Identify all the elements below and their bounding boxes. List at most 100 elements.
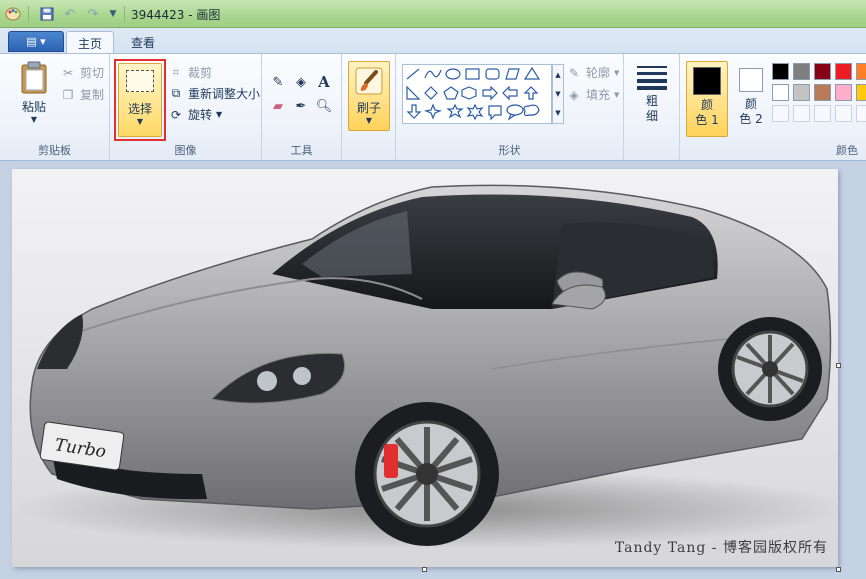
eraser-icon[interactable]: ▰ xyxy=(268,96,288,116)
color-picker-icon[interactable]: ✒ xyxy=(291,96,311,116)
group-label: 剪贴板 xyxy=(38,144,71,157)
canvas-workspace: Turbo Tandy Tang - 博客园版权所有 xyxy=(0,161,866,579)
redo-icon[interactable]: ↷ xyxy=(84,5,102,23)
pencil-icon[interactable]: ✎ xyxy=(268,72,288,92)
group-label: 颜色 xyxy=(836,144,858,157)
palette-swatch[interactable] xyxy=(793,63,810,80)
size-label-bottom: 细 xyxy=(645,109,658,123)
size-label-top: 粗 xyxy=(645,94,658,108)
clipboard-group: 粘贴 ▼ ✂ 剪切 ❐ 复制 剪贴板 xyxy=(0,54,110,160)
color2-label-bottom: 色 2 xyxy=(739,112,763,126)
palette-swatch-empty[interactable] xyxy=(856,105,866,122)
resize-button[interactable]: ⧉ 重新调整大小 xyxy=(168,85,260,102)
palette-swatch[interactable] xyxy=(856,63,866,80)
cut-button[interactable]: ✂ 剪切 xyxy=(60,64,104,81)
size-button[interactable]: 粗 细 xyxy=(632,64,672,124)
chevron-down-icon: ▼ xyxy=(216,110,223,119)
image-group: 选择 ▼ ⌗ 裁剪 ⧉ 重新调整大小 ⟳ 旋转 ▼ 图像 xyxy=(110,54,262,160)
undo-icon[interactable]: ↶ xyxy=(61,5,79,23)
palette-swatch[interactable] xyxy=(835,63,852,80)
tab-label: 主页 xyxy=(77,36,102,51)
ribbon-tab-row: ▤ ▾ 主页 查看 xyxy=(0,28,866,54)
watermark-text: Tandy Tang - 博客园版权所有 xyxy=(614,540,828,556)
file-menu-button[interactable]: ▤ ▾ xyxy=(8,31,64,52)
title-bar: ↶ ↷ ▼ 3944423 - 画图 xyxy=(0,0,866,28)
resize-handle-right[interactable] xyxy=(836,363,841,368)
paint-palette-icon[interactable] xyxy=(4,5,22,23)
rotate-label: 旋转 xyxy=(188,108,213,122)
chevron-down-icon: ▼ xyxy=(555,89,561,98)
color2-button[interactable]: 颜 色 2 xyxy=(732,61,770,137)
palette-swatch-empty[interactable] xyxy=(835,105,852,122)
resize-icon: ⧉ xyxy=(171,86,181,100)
brush-icon xyxy=(355,67,383,95)
palette-swatch[interactable] xyxy=(772,84,789,101)
resize-handle-bottom[interactable] xyxy=(422,567,427,572)
ribbon: 粘贴 ▼ ✂ 剪切 ❐ 复制 剪贴板 选择 ▼ ⌗ 裁剪 ⧉ 重新调整大小 ⟳ xyxy=(0,53,866,161)
color1-swatch xyxy=(693,67,721,95)
shapes-group: ▲ ▼ ▼ ✎ 轮廓 ▼ ◈ 填充 ▼ 形状 xyxy=(396,54,624,160)
colors-group: 颜 色 1 颜 色 2 颜色 xyxy=(680,54,866,160)
tab-view[interactable]: 查看 xyxy=(118,31,168,54)
outline-icon: ✎ xyxy=(568,65,580,80)
drawing-canvas[interactable]: Turbo Tandy Tang - 博客园版权所有 xyxy=(12,169,838,567)
copy-button[interactable]: ❐ 复制 xyxy=(60,86,104,103)
color2-label-top: 颜 xyxy=(744,97,757,111)
rotate-button[interactable]: ⟳ 旋转 ▼ xyxy=(168,106,222,123)
select-label: 选择 xyxy=(127,102,152,116)
size-group: 粗 细 xyxy=(624,54,680,160)
paste-icon xyxy=(21,61,47,94)
separator xyxy=(28,6,29,22)
paste-button[interactable]: 粘贴 ▼ xyxy=(12,60,56,124)
color2-swatch xyxy=(739,68,763,92)
text-icon[interactable]: A xyxy=(314,72,334,92)
car-image: Turbo xyxy=(12,184,838,549)
crop-button[interactable]: ⌗ 裁剪 xyxy=(168,64,212,81)
palette-swatch[interactable] xyxy=(793,84,810,101)
save-icon[interactable] xyxy=(38,5,56,23)
chevron-down-icon: ▼ xyxy=(136,117,144,126)
line-width-icon xyxy=(637,66,667,90)
chevron-down-icon: ▼ xyxy=(614,90,620,99)
selection-rectangle-icon xyxy=(126,70,154,92)
fill-label: 填充 xyxy=(586,88,611,102)
group-label: 图像 xyxy=(174,144,197,157)
palette-swatch[interactable] xyxy=(814,84,831,101)
palette-swatch[interactable] xyxy=(835,84,852,101)
brake-caliper xyxy=(384,444,398,478)
palette-swatch[interactable] xyxy=(856,84,866,101)
palette-swatch-empty[interactable] xyxy=(814,105,831,122)
brushes-group: 刷子 ▼ xyxy=(342,54,396,160)
cut-label: 剪切 xyxy=(80,66,105,80)
outline-label: 轮廓 xyxy=(586,66,611,80)
palette-swatch-empty[interactable] xyxy=(793,105,810,122)
magnifier-icon[interactable]: 🔍︎ xyxy=(314,96,334,116)
color1-button[interactable]: 颜 色 1 xyxy=(686,61,728,137)
brushes-button[interactable]: 刷子 ▼ xyxy=(348,61,390,131)
window-title: 3944423 - 画图 xyxy=(131,8,221,22)
palette-swatch-empty[interactable] xyxy=(772,105,789,122)
chevron-up-icon: ▲ xyxy=(555,70,561,79)
fill-button[interactable]: ◈ 填充 ▼ xyxy=(566,86,619,103)
resize-label: 重新调整大小 xyxy=(188,87,261,101)
fill-bucket-icon: ◈ xyxy=(569,87,579,102)
resize-handle-corner[interactable] xyxy=(836,567,841,572)
group-label: 工具 xyxy=(290,144,313,157)
tab-label: 查看 xyxy=(130,36,155,50)
shapes-scrollbar[interactable]: ▲ ▼ ▼ xyxy=(552,64,564,124)
rotate-icon: ⟳ xyxy=(170,107,182,122)
outline-button[interactable]: ✎ 轮廓 ▼ xyxy=(566,64,619,81)
copy-icon: ❐ xyxy=(62,87,74,102)
fill-icon[interactable]: ◈ xyxy=(291,72,311,92)
paste-label: 粘贴 xyxy=(21,100,46,114)
chevron-down-icon: ▼ xyxy=(614,68,620,77)
shapes-gallery[interactable] xyxy=(402,64,552,124)
tab-home[interactable]: 主页 xyxy=(66,31,114,54)
palette-swatch[interactable] xyxy=(772,63,789,80)
expand-icon: ▼ xyxy=(555,109,561,118)
palette-swatch[interactable] xyxy=(814,63,831,80)
crop-label: 裁剪 xyxy=(188,66,213,80)
shapes-gallery-icons xyxy=(406,66,541,121)
select-button[interactable]: 选择 ▼ xyxy=(118,63,162,137)
chevron-down-icon[interactable]: ▼ xyxy=(104,5,122,23)
